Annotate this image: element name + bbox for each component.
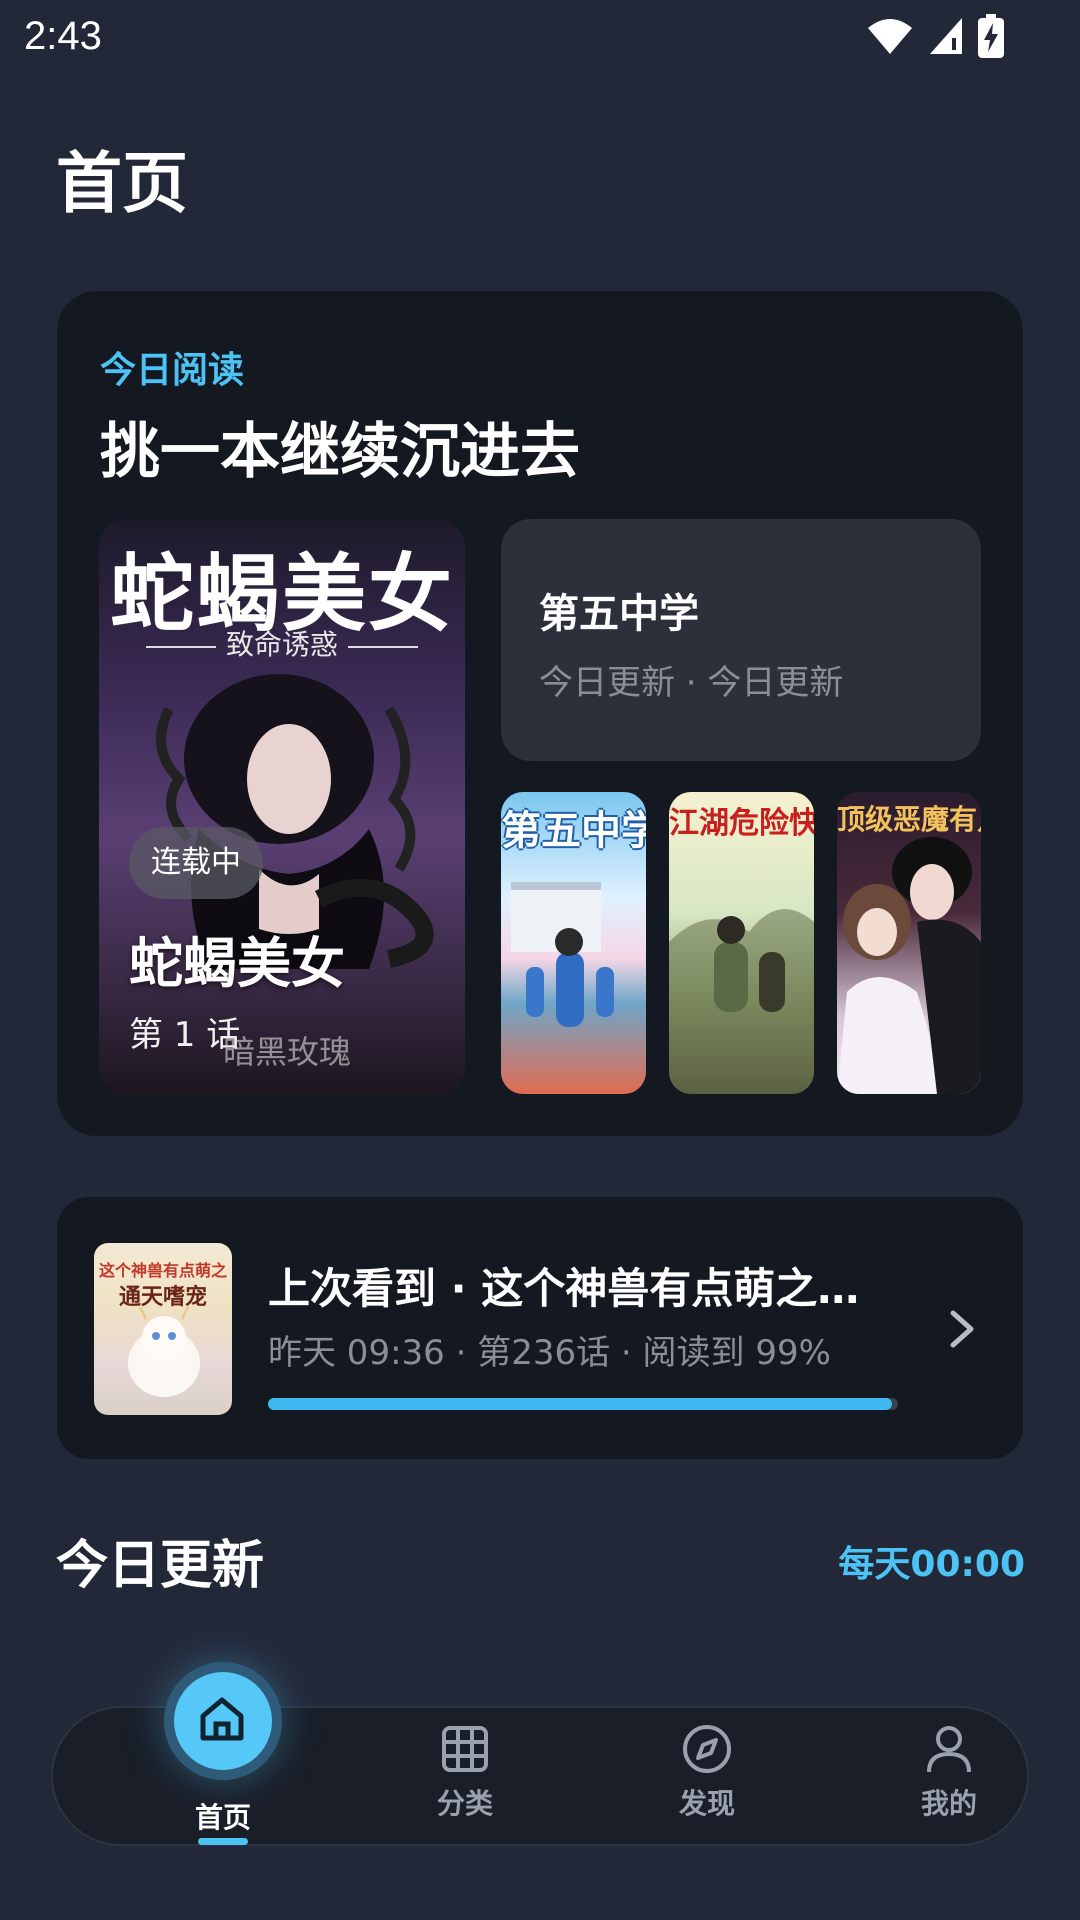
today-reading-headline: 挑一本继续沉进去 [100, 417, 580, 487]
user-icon [927, 1726, 971, 1773]
featured-title: 蛇蝎美女 [129, 932, 345, 995]
bottom-nav: 首页 分类 发现 我的 [51, 1662, 1029, 1848]
compass-icon [683, 1725, 731, 1773]
today-reading-card: 今日阅读 挑一本继续沉进去 蛇蝎美女 致命诱惑 连载中 蛇蝎美女 第 1 话 暗… [57, 291, 1023, 1136]
status-time: 2:43 [24, 14, 102, 58]
featured-book-card[interactable]: 蛇蝎美女 致命诱惑 连载中 蛇蝎美女 第 1 话 暗黑玫瑰 [99, 519, 465, 1095]
nav-home-label: 首页 [194, 1801, 251, 1834]
continue-reading-card[interactable]: 这个神兽有点萌之 通天嗜宠 上次看到 · 这个神兽有点萌之… 昨天 09:36 … [57, 1197, 1023, 1459]
thumbnail-art [837, 837, 981, 1094]
reading-progress-bar [268, 1398, 898, 1410]
today-updates-title: 今日更新 [56, 1536, 265, 1596]
active-indicator [198, 1838, 248, 1845]
status-bar: 2:43 [0, 0, 1080, 76]
thumbnail-art [511, 882, 614, 1027]
selected-book-info[interactable]: 第五中学 今日更新 · 今日更新 [501, 519, 981, 761]
thumbnail-art [669, 909, 814, 1094]
update-time-label[interactable]: 每天00:00 [838, 1535, 1025, 1587]
today-reading-label: 今日阅读 [100, 350, 245, 391]
battery-icon [978, 14, 1004, 58]
reading-progress-fill [268, 1398, 892, 1410]
featured-cover-subtitle: 致命诱惑 [99, 623, 465, 663]
nav-discover[interactable]: 发现 [607, 1708, 807, 1848]
nav-category-label: 分类 [436, 1787, 493, 1820]
book-thumbnail[interactable]: 第五中学 [501, 792, 646, 1094]
featured-cover-author: 暗黑玫瑰 [223, 1033, 352, 1071]
nav-profile-label: 我的 [920, 1787, 977, 1820]
nav-profile[interactable]: 我的 [849, 1708, 1049, 1848]
wifi-icon [868, 19, 912, 54]
last-read-title: 上次看到 · 这个神兽有点萌之… [268, 1264, 860, 1313]
nav-category[interactable]: 分类 [365, 1708, 565, 1848]
nav-discover-label: 发现 [678, 1787, 735, 1820]
page-title: 首页 [56, 145, 188, 222]
cover-art [128, 1306, 200, 1397]
grid-icon [442, 1726, 488, 1772]
selected-book-subtitle: 今日更新 · 今日更新 [539, 663, 844, 703]
nav-home[interactable]: 首页 [123, 1662, 323, 1848]
last-read-meta: 昨天 09:36 · 第236话 · 阅读到 99% [268, 1333, 831, 1373]
book-thumbnail[interactable]: 顶级恶魔有点甜 [837, 792, 981, 1094]
book-thumbnail[interactable]: 江湖危险快点跑 [669, 792, 814, 1094]
continue-reading-cover: 这个神兽有点萌之 通天嗜宠 [94, 1243, 232, 1415]
status-icons [866, 14, 1004, 58]
signal-icon [930, 18, 962, 54]
serializing-badge: 连载中 [129, 827, 263, 899]
home-icon [200, 1697, 244, 1741]
chevron-right-icon[interactable] [941, 1307, 981, 1351]
selected-book-title: 第五中学 [539, 591, 699, 637]
